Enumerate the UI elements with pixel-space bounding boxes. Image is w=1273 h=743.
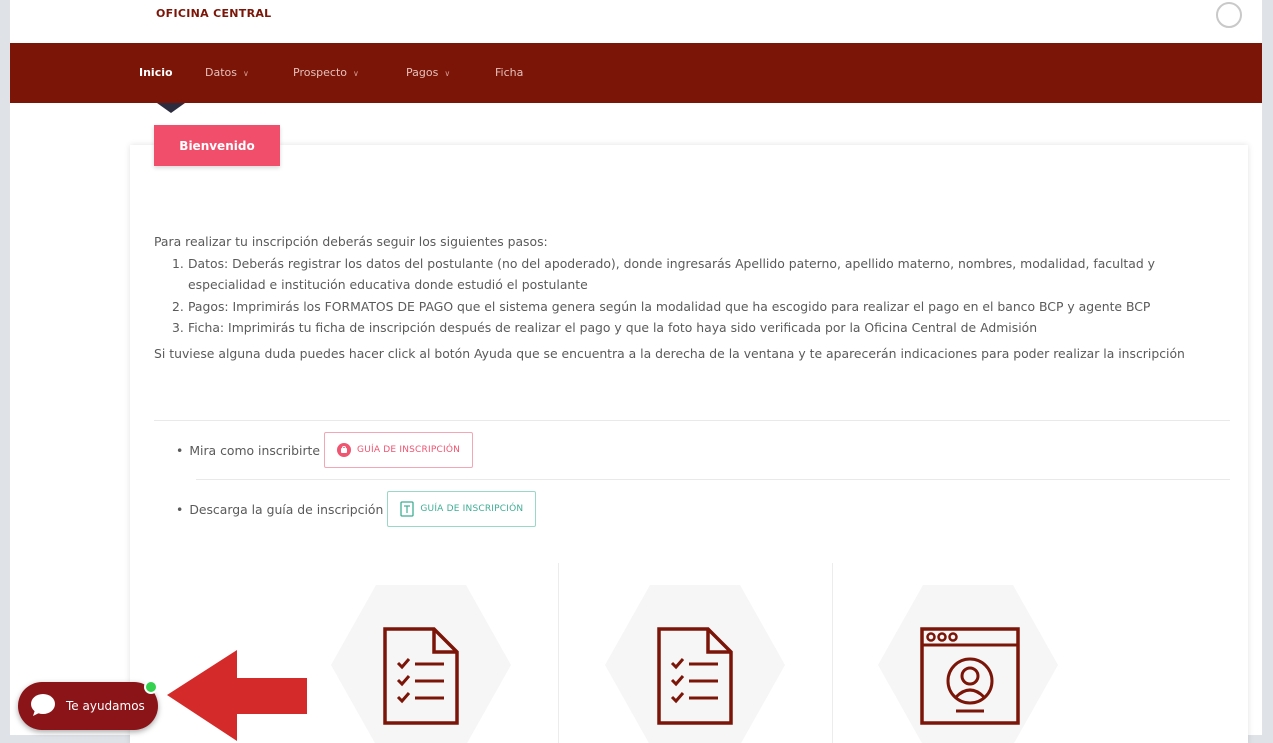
help-chat-button[interactable]: Te ayudamos — [18, 680, 158, 730]
nav-item-label: Datos — [205, 66, 237, 79]
online-status-dot — [144, 680, 158, 694]
pointer-arrow-icon — [165, 648, 310, 743]
bullet: • — [176, 442, 184, 458]
nav-item-datos[interactable]: Datos ∨ — [205, 66, 249, 79]
download-guide-button-label: GUÍA DE INSCRIPCIÓN — [420, 504, 524, 514]
video-guide-button-label: GUÍA DE INSCRIPCIÓN — [357, 445, 461, 455]
nav-item-label: Ficha — [495, 66, 524, 79]
nav-item-label: Inicio — [139, 66, 173, 79]
play-circle-icon — [337, 443, 352, 457]
org-name: OFICINA CENTRAL — [156, 7, 272, 20]
step-number: 3. — [172, 320, 184, 335]
download-guide-button[interactable]: GUÍA DE INSCRIPCIÓN — [387, 491, 537, 527]
step-number: 2. — [172, 298, 184, 314]
column-divider — [558, 563, 559, 743]
download-guide-text: Descarga la guía de inscripción — [189, 501, 384, 517]
step-item: 1. Datos: Deberás registrar los datos del… — [172, 253, 1234, 296]
divider — [154, 420, 1230, 421]
step-text: Ficha: Imprimirás tu ficha de inscripció… — [188, 320, 1038, 335]
step-item: 2. Pagos: Imprimirás los FORMATOS DE PAGO… — [172, 296, 1234, 318]
nav-item-pagos[interactable]: Pagos ∨ — [406, 66, 450, 79]
help-note: Si tuviese alguna duda puedes hacer clic… — [154, 345, 1185, 361]
checklist-icon — [656, 626, 734, 730]
help-chat-label: Te ayudamos — [66, 699, 145, 713]
chevron-down-icon: ∨ — [444, 69, 451, 78]
divider — [196, 479, 1230, 480]
top-header: OFICINA CENTRAL — [10, 0, 1262, 43]
checklist-icon — [382, 626, 460, 730]
step-text: Pagos: Imprimirás los FORMATOS DE PAGO q… — [188, 298, 1151, 314]
chat-bubble-icon — [30, 693, 56, 720]
instructions: Para realizar tu inscripción deberás seg… — [154, 231, 1234, 364]
video-guide-text: Mira como inscribirte — [189, 442, 321, 458]
steps-list: 1. Datos: Deberás registrar los datos del… — [172, 253, 1234, 339]
nav-item-label: Prospecto — [293, 66, 348, 79]
column-divider — [832, 563, 833, 743]
step-item: 3. Ficha: Imprimirás tu ficha de inscripc… — [172, 317, 1234, 339]
chevron-down-icon: ∨ — [353, 69, 359, 78]
nav-item-inicio[interactable]: Inicio — [139, 66, 173, 79]
nav-item-prospecto[interactable]: Prospecto ∨ — [293, 66, 359, 79]
chevron-down-icon: ∨ — [243, 69, 249, 78]
user-avatar-icon[interactable] — [1216, 2, 1242, 28]
main-navbar: Inicio Datos ∨ Prospecto ∨ Pagos ∨ Ficha — [10, 43, 1262, 103]
instructions-intro: Para realizar tu inscripción deberás seg… — [154, 234, 548, 249]
browser-user-icon — [920, 627, 1020, 729]
nav-item-label: Pagos — [406, 66, 439, 79]
video-guide-button[interactable]: GUÍA DE INSCRIPCIÓN — [324, 432, 474, 468]
step-text: Datos: Deberás registrar los datos del p… — [188, 255, 1155, 293]
nav-item-ficha[interactable]: Ficha — [495, 66, 523, 79]
step-number: 1. — [172, 255, 184, 271]
bullet: • — [176, 501, 184, 517]
video-guide-row: • Mira como inscribirte GUÍA DE INSCRIPC… — [176, 432, 474, 468]
document-icon — [400, 501, 415, 517]
welcome-badge: Bienvenido — [154, 125, 280, 166]
active-nav-indicator — [157, 103, 185, 113]
download-guide-row: • Descarga la guía de inscripción GUÍA D… — [176, 491, 537, 527]
